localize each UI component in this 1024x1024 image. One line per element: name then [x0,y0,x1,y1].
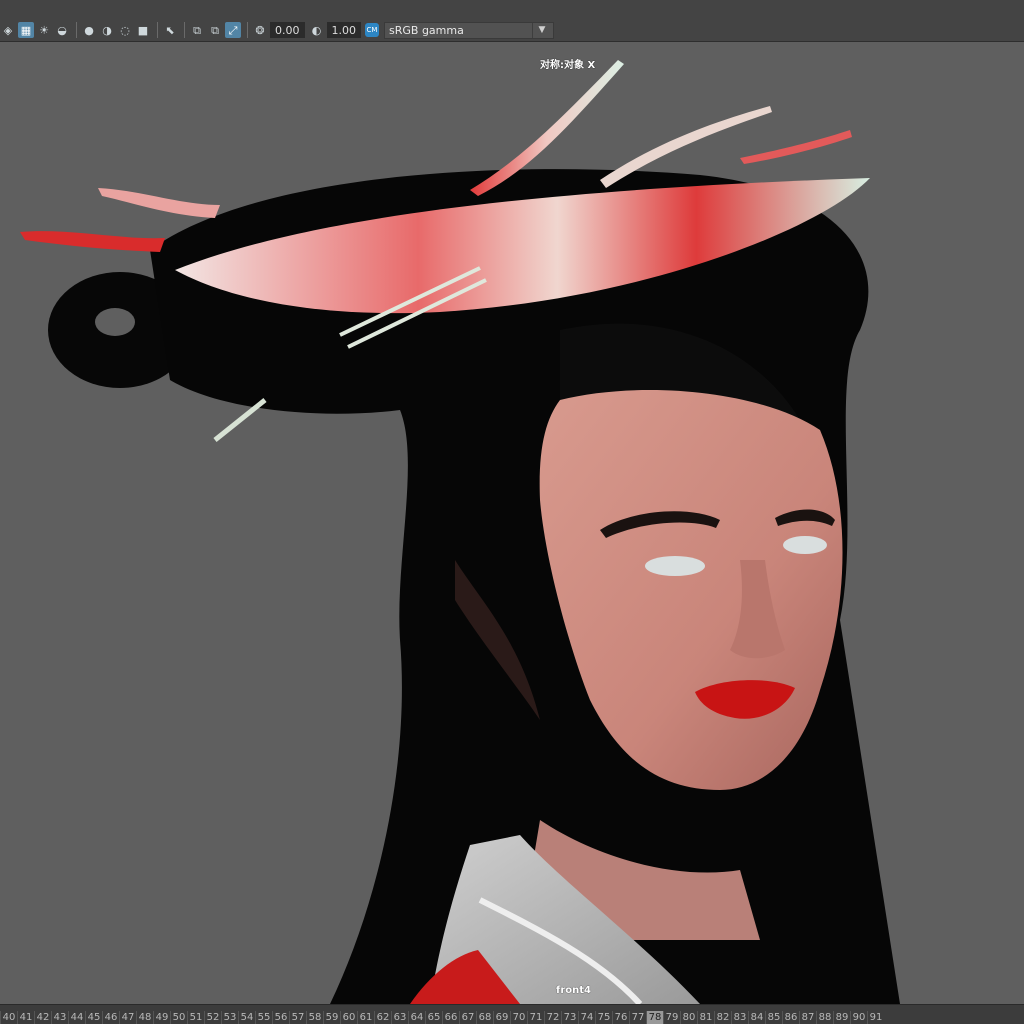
timeline-frame[interactable]: 47 [119,1011,136,1024]
toolbar-divider [184,22,185,38]
timeline-frame[interactable]: 54 [238,1011,255,1024]
select-icon[interactable]: ⬉ [162,22,178,38]
light-icon[interactable]: ☀ [36,22,52,38]
timeline-frame[interactable]: 48 [136,1011,153,1024]
timeline-frame[interactable]: 49 [153,1011,170,1024]
timeline-frame[interactable]: 84 [748,1011,765,1024]
timeline-frame[interactable]: 80 [680,1011,697,1024]
aperture-icon[interactable]: ❂ [252,22,268,38]
3d-viewport[interactable]: 对称:对象 X front4 [0,42,1024,1004]
timeline-frame[interactable]: 42 [34,1011,51,1024]
timeline-frame[interactable]: 77 [629,1011,646,1024]
copy-icon[interactable]: ⧉ [189,22,205,38]
timeline-frame[interactable]: 82 [714,1011,731,1024]
timeline-frame[interactable]: 58 [306,1011,323,1024]
camera-label: front4 [556,985,592,996]
timeline-frame[interactable]: 61 [357,1011,374,1024]
timeline-frame[interactable]: 66 [442,1011,459,1024]
timeline[interactable]: 40 41 42 43 44 45 46 47 48 49 50 51 52 53 54 55 56 57 58 59… [0,1004,1024,1024]
ring-icon[interactable]: ◌ [117,22,133,38]
timeline-frame[interactable]: 81 [697,1011,714,1024]
timeline-frame[interactable]: 70 [510,1011,527,1024]
timeline-frame[interactable]: 88 [816,1011,833,1024]
timeline-frame[interactable]: 69 [493,1011,510,1024]
timeline-frame[interactable]: 50 [170,1011,187,1024]
timeline-frame[interactable]: 40 [0,1011,17,1024]
timeline-frame[interactable]: 86 [782,1011,799,1024]
timeline-frame[interactable]: 56 [272,1011,289,1024]
gamma-field[interactable]: 1.00 [326,22,361,38]
toolbar-divider [157,22,158,38]
timeline-frame[interactable]: 73 [561,1011,578,1024]
display-icon[interactable]: ■ [135,22,151,38]
paste-icon[interactable]: ⧉ [207,22,223,38]
timeline-frame[interactable]: 43 [51,1011,68,1024]
timeline-frame[interactable]: 72 [544,1011,561,1024]
timeline-frame[interactable]: 91 [867,1011,884,1024]
timeline-frame[interactable]: 53 [221,1011,238,1024]
timeline-frame[interactable]: 76 [612,1011,629,1024]
timeline-frame[interactable]: 41 [17,1011,34,1024]
timeline-frame[interactable]: 67 [459,1011,476,1024]
timeline-frame[interactable]: 64 [408,1011,425,1024]
shadow-sphere-icon[interactable]: ◑ [99,22,115,38]
timeline-frame[interactable]: 55 [255,1011,272,1024]
timeline-frame[interactable]: 44 [68,1011,85,1024]
toolbar-divider [76,22,77,38]
timeline-frame[interactable]: 51 [187,1011,204,1024]
timeline-frame[interactable]: 85 [765,1011,782,1024]
exposure-field[interactable]: 0.00 [270,22,305,38]
timeline-frame[interactable]: 87 [799,1011,816,1024]
cube-icon[interactable]: ◈ [0,22,16,38]
timeline-frame[interactable]: 65 [425,1011,442,1024]
timeline-frame[interactable]: 57 [289,1011,306,1024]
timeline-frame[interactable]: 62 [374,1011,391,1024]
sphere-icon[interactable]: ● [81,22,97,38]
exposure-icon[interactable]: ◐ [309,22,325,38]
color-management-icon[interactable]: CM [365,23,379,37]
checker-icon[interactable]: ▦ [18,22,34,38]
colorspace-dropdown[interactable]: sRGB gamma ▼ [384,21,554,39]
timeline-frame[interactable]: 75 [595,1011,612,1024]
timeline-frame[interactable]: 52 [204,1011,221,1024]
timeline-ticks: 40 41 42 43 44 45 46 47 48 49 50 51 52 53 54 55 56 57 58 59… [0,1005,1024,1024]
timeline-frame[interactable]: 79 [663,1011,680,1024]
colorspace-value: sRGB gamma [389,23,464,37]
teapot-icon[interactable]: ◒ [54,22,70,38]
toolbar-row: ◈ ▦ ☀ ◒ ● ◑ ◌ ■ ⬉ ⧉ ⧉ ⤢ ❂ 0.00 ◐ 1.00 CM… [0,20,554,40]
viewport-toolbar: ◈ ▦ ☀ ◒ ● ◑ ◌ ■ ⬉ ⧉ ⧉ ⤢ ❂ 0.00 ◐ 1.00 CM… [0,0,1024,42]
object-label: 对称:对象 X [540,60,596,71]
chevron-down-icon[interactable]: ▼ [532,22,551,38]
timeline-frame[interactable]: 90 [850,1011,867,1024]
timeline-frame[interactable]: 74 [578,1011,595,1024]
toolbar-divider [247,22,248,38]
rendered-scene [20,60,900,1004]
timeline-current-frame[interactable]: 78 [646,1011,663,1024]
timeline-frame[interactable]: 89 [833,1011,850,1024]
timeline-frame[interactable]: 45 [85,1011,102,1024]
frame-icon[interactable]: ⤢ [225,22,241,38]
timeline-frame[interactable]: 46 [102,1011,119,1024]
timeline-frame[interactable]: 59 [323,1011,340,1024]
timeline-frame[interactable]: 63 [391,1011,408,1024]
timeline-frame[interactable]: 60 [340,1011,357,1024]
timeline-frame[interactable]: 83 [731,1011,748,1024]
timeline-frame[interactable]: 71 [527,1011,544,1024]
timeline-frame[interactable]: 68 [476,1011,493,1024]
